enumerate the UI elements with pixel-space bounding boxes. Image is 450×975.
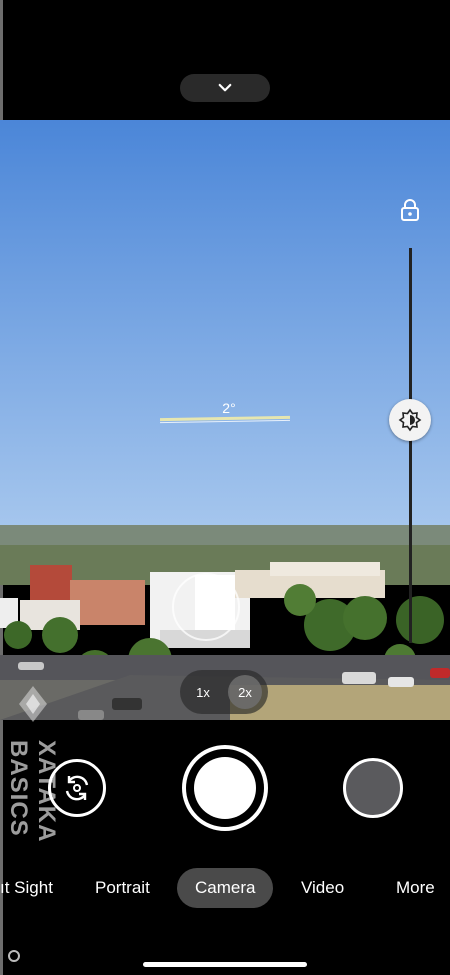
mode-night-sight[interactable]: ıt Sight (0, 868, 53, 908)
level-angle-label: 2° (222, 400, 236, 416)
zoom-1x-button[interactable]: 1x (186, 675, 220, 709)
watermark-dot (8, 950, 20, 962)
exposure-slider-track[interactable] (409, 248, 412, 643)
exposure-slider-handle[interactable] (389, 399, 431, 441)
home-indicator[interactable] (143, 962, 307, 967)
focus-ring (172, 573, 240, 641)
zoom-selector[interactable]: 1x 2x (180, 670, 268, 714)
mode-camera[interactable]: Camera (177, 868, 274, 908)
shutter-button[interactable] (182, 745, 268, 831)
mode-more[interactable]: More (396, 868, 435, 908)
watermark-text: XATAKA BASICS (5, 740, 60, 842)
watermark-logo (16, 684, 50, 724)
mode-selector: ıt Sight Portrait Camera Video More (0, 868, 450, 908)
mode-video[interactable]: Video (301, 868, 344, 908)
brightness-icon (398, 408, 422, 432)
mode-portrait[interactable]: Portrait (95, 868, 150, 908)
chevron-down-icon (218, 83, 232, 92)
shutter-inner (194, 757, 256, 819)
gallery-thumbnail[interactable] (343, 758, 403, 818)
switch-camera-icon (65, 775, 89, 801)
lock-icon[interactable] (397, 197, 423, 223)
expand-settings-button[interactable] (180, 74, 270, 102)
zoom-2x-button[interactable]: 2x (228, 675, 262, 709)
switch-camera-button[interactable] (48, 759, 106, 817)
